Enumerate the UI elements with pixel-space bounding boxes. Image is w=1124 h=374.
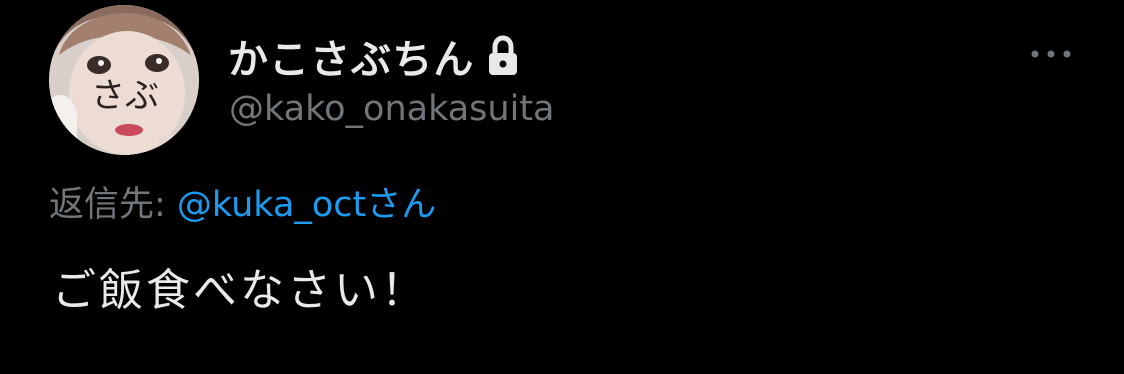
avatar[interactable]: さぶ bbox=[49, 5, 199, 155]
tweet-text: ご飯食べなさい！ bbox=[52, 265, 428, 316]
reply-prefix: 返信先: bbox=[49, 185, 177, 225]
replying-to: 返信先: @kuka_octさん bbox=[49, 180, 436, 230]
author-handle[interactable]: @kako_onakasuita bbox=[229, 84, 555, 134]
reply-mention[interactable]: @kuka_oct bbox=[177, 185, 366, 225]
display-name[interactable]: かこさぶちん bbox=[228, 27, 474, 85]
reply-suffix[interactable]: さん bbox=[366, 185, 436, 225]
lock-icon bbox=[486, 35, 520, 77]
author-name-row[interactable]: かこさぶちん bbox=[228, 28, 520, 84]
more-horizontal-icon[interactable] bbox=[1028, 42, 1074, 66]
reply-mention-link[interactable]: @kuka_octさん bbox=[177, 185, 436, 225]
avatar-scribble: さぶ bbox=[91, 76, 159, 116]
avatar-photo: さぶ bbox=[49, 5, 199, 155]
